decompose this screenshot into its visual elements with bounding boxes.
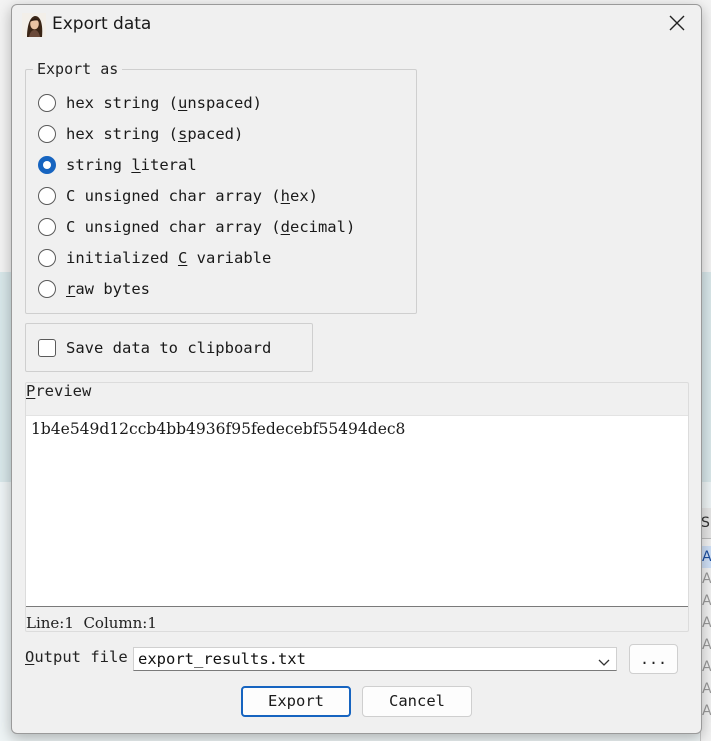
output-file-label: Output file — [25, 648, 128, 666]
output-file-value: export_results.txt — [138, 650, 306, 668]
radio-label: hex string (spaced) — [66, 125, 244, 143]
output-file-combobox[interactable]: export_results.txt — [133, 647, 617, 671]
background-cell: AF — [702, 593, 711, 609]
background-cell: AF — [702, 659, 711, 675]
radio-hex-unspaced[interactable]: hex string (unspaced) — [38, 91, 262, 115]
title-bar[interactable]: Export data — [12, 5, 701, 45]
preview-label: Preview — [26, 382, 92, 400]
radio-c-array-decimal[interactable]: C unsigned char array (decimal) — [38, 215, 355, 239]
background-cell: AF — [702, 703, 711, 719]
close-button[interactable] — [658, 9, 696, 41]
radio-label: C unsigned char array (decimal) — [66, 218, 356, 236]
radio-initialized-c-variable[interactable]: initialized C variable — [38, 246, 271, 270]
background-cell: AF — [702, 615, 711, 631]
radio-button[interactable] — [38, 187, 56, 205]
close-icon — [668, 14, 686, 36]
background-cell: AF — [702, 681, 711, 697]
radio-button-selected[interactable] — [38, 156, 56, 174]
radio-button[interactable] — [38, 249, 56, 267]
browse-button[interactable]: ... — [629, 644, 678, 674]
cancel-button[interactable]: Cancel — [362, 686, 472, 717]
radio-button[interactable] — [38, 280, 56, 298]
save-to-clipboard-checkbox[interactable] — [38, 339, 56, 357]
radio-label: raw bytes — [66, 280, 150, 298]
background-cell: AF — [702, 546, 711, 568]
radio-c-array-hex[interactable]: C unsigned char array (hex) — [38, 184, 318, 208]
export-data-dialog: Export data Export as hex string (unspac… — [11, 4, 702, 734]
radio-hex-spaced[interactable]: hex string (spaced) — [38, 122, 243, 146]
radio-button[interactable] — [38, 125, 56, 143]
radio-label: C unsigned char array (hex) — [66, 187, 318, 205]
export-button[interactable]: Export — [241, 686, 351, 717]
radio-string-literal[interactable]: string literal — [38, 153, 197, 177]
dialog-title: Export data — [52, 14, 152, 34]
radio-button[interactable] — [38, 218, 56, 236]
preview-text: 1b4e549d12ccb4bb4936f95fedecebf55494dec8 — [31, 420, 406, 438]
save-to-clipboard-checkbox-row[interactable]: Save data to clipboard — [38, 336, 271, 360]
background-cell: AF — [702, 637, 711, 653]
export-as-label: Export as — [33, 60, 123, 78]
chevron-down-icon[interactable] — [598, 653, 610, 672]
portrait-icon — [22, 13, 46, 37]
background-cell: AF — [702, 571, 711, 587]
radio-raw-bytes[interactable]: raw bytes — [38, 277, 150, 301]
radio-label: string literal — [66, 156, 197, 174]
cursor-position-status: Line:1 Column:1 — [26, 614, 157, 632]
save-to-clipboard-label: Save data to clipboard — [66, 339, 272, 357]
preview-textarea[interactable]: 1b4e549d12ccb4bb4936f95fedecebf55494dec8 — [26, 415, 688, 607]
radio-label: hex string (unspaced) — [66, 94, 262, 112]
radio-label: initialized C variable — [66, 249, 272, 267]
radio-button[interactable] — [38, 94, 56, 112]
